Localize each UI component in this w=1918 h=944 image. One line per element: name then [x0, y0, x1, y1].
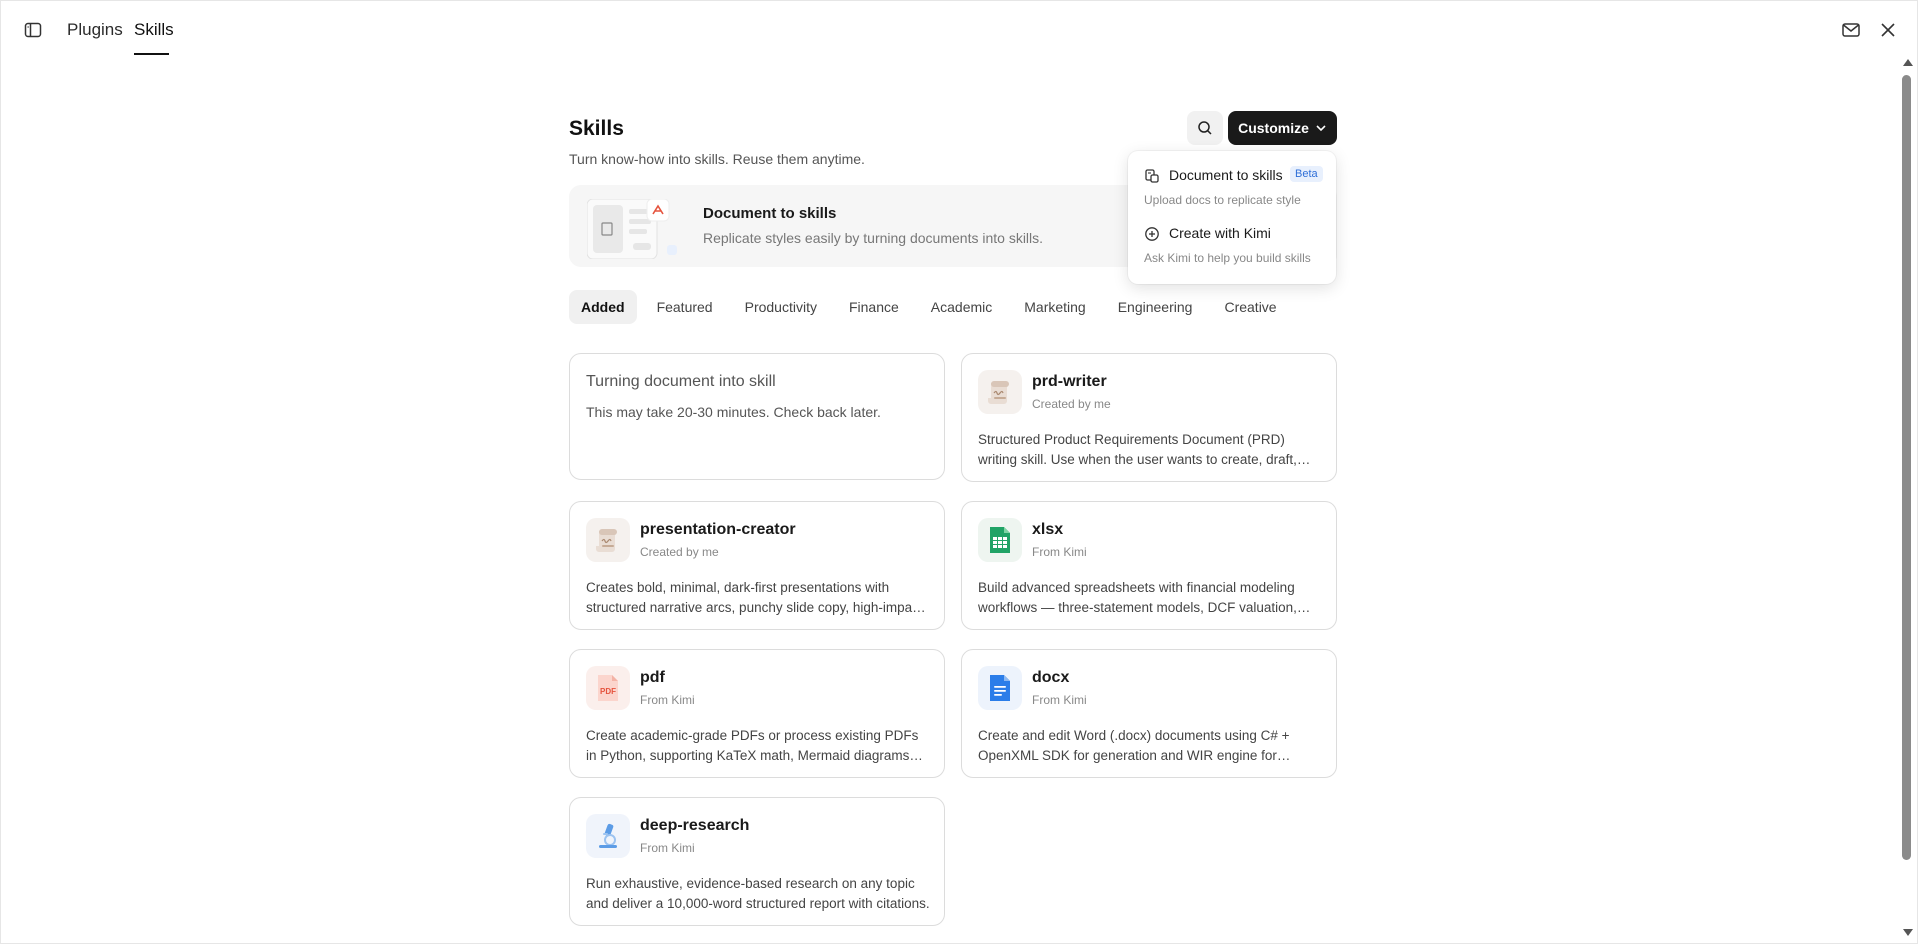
- document-icon: [978, 666, 1022, 710]
- banner-description: Replicate styles easily by turning docum…: [703, 230, 1044, 246]
- tab-plugins[interactable]: Plugins: [67, 19, 123, 41]
- app-window: Plugins Skills Skills Turn know-how into…: [0, 0, 1918, 944]
- skill-source: From Kimi: [640, 693, 695, 707]
- skill-card-presentation-creator[interactable]: presentation-creator Created by me Creat…: [569, 501, 945, 630]
- filter-tab-engineering[interactable]: Engineering: [1106, 290, 1205, 324]
- active-tab-indicator: [134, 53, 169, 55]
- beta-badge: Beta: [1290, 166, 1323, 182]
- filter-tab-creative[interactable]: Creative: [1212, 290, 1288, 324]
- sidebar-toggle-icon[interactable]: [23, 20, 43, 40]
- skill-description: Create academic-grade PDFs or process ex…: [586, 728, 919, 763]
- filter-tab-added[interactable]: Added: [569, 290, 637, 324]
- skill-card-deep-research[interactable]: deep-research From Kimi Run exhaustive, …: [569, 797, 945, 926]
- skill-description: Structured Product Requirements Document…: [978, 432, 1297, 467]
- skill-name: xlsx: [1032, 521, 1064, 538]
- skill-source: From Kimi: [1032, 545, 1087, 559]
- menu-item-description: Ask Kimi to help you build skills: [1144, 251, 1311, 265]
- skill-card-xlsx[interactable]: xlsx From Kimi Build advanced spreadshee…: [961, 501, 1337, 630]
- skill-name: pdf: [640, 669, 665, 686]
- skill-source: From Kimi: [1032, 693, 1087, 707]
- skill-source: From Kimi: [640, 841, 695, 855]
- menu-item-label: Document to skills: [1169, 167, 1283, 183]
- skill-source: Created by me: [640, 545, 719, 559]
- filter-tab-marketing[interactable]: Marketing: [1012, 290, 1097, 324]
- chevron-down-icon: [1316, 125, 1326, 132]
- search-icon: [1198, 121, 1212, 135]
- pending-skill-card[interactable]: Turning document into skill This may tak…: [569, 353, 945, 480]
- skill-source: Created by me: [1032, 397, 1111, 411]
- filter-tab-academic[interactable]: Academic: [919, 290, 1004, 324]
- page-title: Skills: [569, 117, 624, 140]
- scroll-icon: [586, 518, 630, 562]
- skill-card-docx[interactable]: docx From Kimi Create and edit Word (.do…: [961, 649, 1337, 778]
- menu-item-document-to-skills[interactable]: Document to skills Beta Upload docs to r…: [1128, 163, 1336, 219]
- scrollbar-thumb[interactable]: [1902, 75, 1911, 860]
- category-filter-tabs: Added Featured Productivity Finance Acad…: [569, 290, 1297, 324]
- menu-item-description: Upload docs to replicate style: [1144, 193, 1301, 207]
- scroll-down-icon[interactable]: [1903, 929, 1913, 936]
- search-button[interactable]: [1187, 111, 1223, 145]
- banner-title: Document to skills: [703, 205, 837, 222]
- plus-circle-icon: [1144, 226, 1160, 242]
- filter-tab-finance[interactable]: Finance: [837, 290, 911, 324]
- document-illustration-icon: [586, 198, 677, 260]
- top-bar: Plugins Skills: [1, 1, 1917, 59]
- scroll-icon: [978, 370, 1022, 414]
- tab-skills[interactable]: Skills: [134, 19, 174, 41]
- page-subtitle: Turn know-how into skills. Reuse them an…: [569, 151, 865, 167]
- skill-description: Creates bold, minimal, dark-first presen…: [586, 580, 923, 615]
- pdf-icon: PDF: [586, 666, 630, 710]
- menu-item-create-with-kimi[interactable]: Create with Kimi Ask Kimi to help you bu…: [1128, 221, 1336, 277]
- customize-button[interactable]: Customize: [1228, 111, 1337, 145]
- skill-description: Build advanced spreadsheets with financi…: [978, 580, 1297, 615]
- pdf-icon-text: PDF: [600, 687, 616, 696]
- pending-card-title: Turning document into skill: [586, 373, 776, 390]
- skill-name: deep-research: [640, 817, 750, 834]
- customize-label: Customize: [1238, 120, 1309, 136]
- skill-name: docx: [1032, 669, 1070, 686]
- skill-name: prd-writer: [1032, 373, 1107, 390]
- customize-dropdown-menu: Document to skills Beta Upload docs to r…: [1128, 151, 1336, 284]
- microscope-icon: [586, 814, 630, 858]
- skill-card-pdf[interactable]: PDF pdf From Kimi Create academic-grade …: [569, 649, 945, 778]
- skill-card-prd-writer[interactable]: prd-writer Created by me Structured Prod…: [961, 353, 1337, 482]
- pending-card-description: This may take 20-30 minutes. Check back …: [586, 404, 881, 420]
- scroll-up-icon[interactable]: [1903, 59, 1913, 66]
- filter-tab-featured[interactable]: Featured: [645, 290, 725, 324]
- skill-description: Run exhaustive, evidence-based research …: [586, 876, 930, 911]
- skill-description: Create and edit Word (.docx) documents u…: [978, 728, 1290, 763]
- spreadsheet-icon: [978, 518, 1022, 562]
- skill-name: presentation-creator: [640, 521, 796, 538]
- close-icon[interactable]: [1877, 19, 1899, 41]
- filter-tab-productivity[interactable]: Productivity: [733, 290, 829, 324]
- menu-item-label: Create with Kimi: [1169, 225, 1271, 241]
- mail-icon[interactable]: [1840, 19, 1862, 41]
- document-convert-icon: [1144, 168, 1160, 184]
